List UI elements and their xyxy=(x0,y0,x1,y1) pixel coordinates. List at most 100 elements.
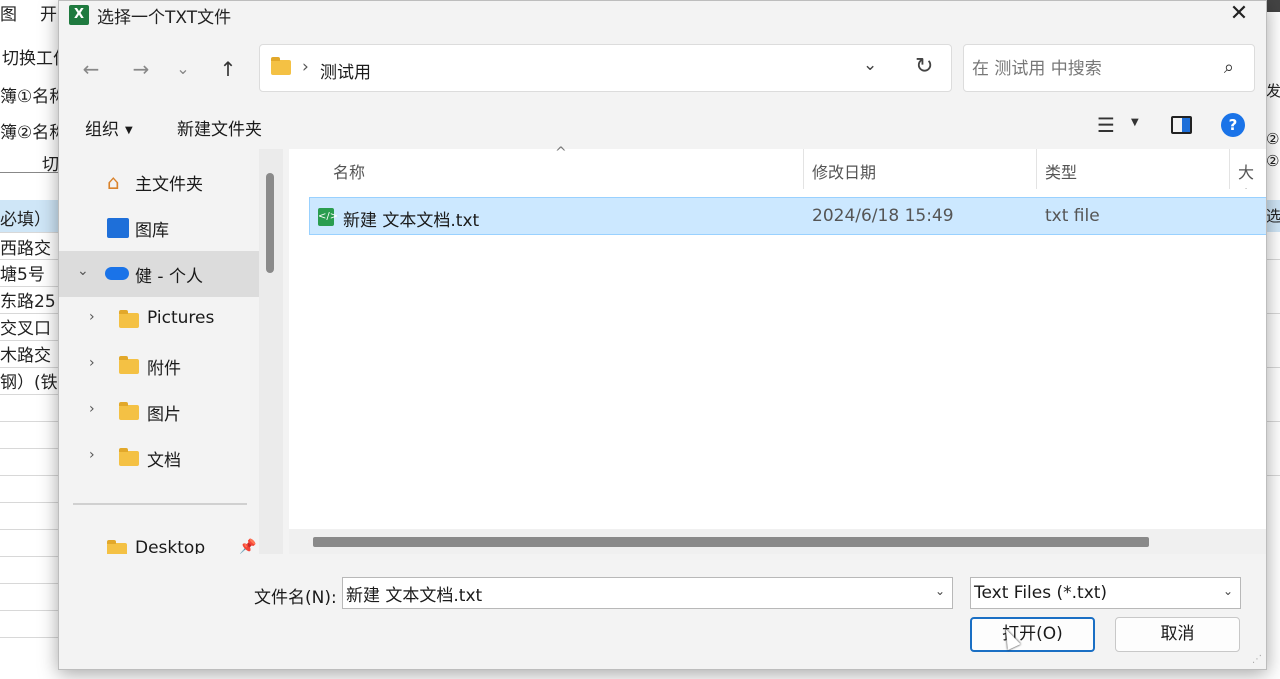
nav-item-attachments[interactable]: › 附件 xyxy=(59,343,259,389)
chevron-right-icon[interactable]: › xyxy=(89,447,95,463)
new-folder-button[interactable]: 新建文件夹 xyxy=(177,115,262,140)
pin-icon: 📌 xyxy=(239,539,257,554)
recent-locations-chevron-icon[interactable]: ⌄ xyxy=(167,53,199,85)
nav-item-label: Pictures xyxy=(147,308,215,328)
cancel-button[interactable]: 取消 xyxy=(1115,617,1240,652)
column-header-label: 大小 xyxy=(1238,163,1255,189)
folder-icon xyxy=(119,356,139,374)
chevron-right-icon[interactable]: › xyxy=(89,401,95,417)
bg-fragment: 东路25 xyxy=(0,292,56,312)
resize-grip-icon[interactable]: ⋰ xyxy=(1252,654,1262,665)
grid-line xyxy=(0,367,60,368)
grid-line xyxy=(0,583,60,584)
bg-fragment: 西路交 xyxy=(0,239,51,259)
nav-divider xyxy=(73,503,247,505)
organize-menu-button[interactable]: 组织 ▼ xyxy=(85,115,133,140)
address-bar[interactable]: › 测试用 ⌄ ↻ xyxy=(259,44,952,92)
search-box[interactable]: ⌕ xyxy=(963,44,1255,92)
search-input[interactable] xyxy=(972,57,1212,81)
nav-item-label: 图片 xyxy=(147,405,181,425)
file-name: 新建 文本文档.txt xyxy=(343,211,480,231)
column-header-label: 类型 xyxy=(1045,163,1078,182)
grid-line xyxy=(1265,259,1280,260)
bg-fragment: 木路交 xyxy=(0,346,51,366)
nav-item-documents[interactable]: › 文档 xyxy=(59,435,259,481)
file-row[interactable]: </> 新建 文本文档.txt 2024/6/18 15:49 txt file xyxy=(309,197,1266,235)
nav-item-label: 附件 xyxy=(147,359,181,379)
grid-line xyxy=(0,313,60,314)
column-header-type[interactable]: 类型 xyxy=(1036,149,1229,189)
file-list: ^ 名称 修改日期 类型 大小 </> 新建 文本文档.txt 2024/6/1… xyxy=(289,145,1266,554)
nav-item-label: 图库 xyxy=(135,221,169,241)
open-file-dialog: X 选择一个TXT文件 ✕ ← → ⌄ ↑ › 测试用 ⌄ ↻ ⌕ 组织 ▼ 新建… xyxy=(58,0,1267,670)
file-list-horizontal-scrollbar[interactable] xyxy=(289,529,1266,554)
chevron-down-icon[interactable]: ⌄ xyxy=(935,584,945,598)
nav-pane-scrollbar[interactable] xyxy=(259,149,283,554)
grid-line xyxy=(0,232,60,233)
view-options-icon[interactable]: ☰ xyxy=(1097,113,1115,137)
bg-fragment-right: 选 xyxy=(1266,207,1280,225)
filename-label: 文件名(N): xyxy=(254,588,337,608)
command-toolbar: 组织 ▼ 新建文件夹 ☰ ▼ ? xyxy=(59,105,1266,149)
folder-icon xyxy=(119,310,139,328)
up-arrow-icon[interactable]: ↑ xyxy=(212,53,244,85)
nav-item-desktop[interactable]: Desktop xyxy=(59,527,259,554)
grid-line xyxy=(0,610,60,611)
bg-rule xyxy=(0,172,60,173)
grid-line xyxy=(0,286,60,287)
breadcrumb-current-folder[interactable]: 测试用 xyxy=(320,58,371,83)
chevron-down-icon[interactable]: ⌄ xyxy=(77,263,89,279)
nav-item-home[interactable]: ⌂ 主文件夹 xyxy=(59,159,259,205)
bg-fragment-right: ② xyxy=(1266,130,1280,148)
back-arrow-icon[interactable]: ← xyxy=(75,53,107,85)
navigation-pane: ⌂ 主文件夹 图库 ⌄ 健 - 个人 › Pictures › 附件 › 图片 xyxy=(59,149,283,554)
search-icon[interactable]: ⌕ xyxy=(1224,57,1234,78)
grid-line xyxy=(0,475,60,476)
grid-line xyxy=(0,556,60,557)
file-modified-date: 2024/6/18 15:49 xyxy=(812,206,954,226)
grid-line xyxy=(1265,367,1280,368)
grid-line xyxy=(0,448,60,449)
bg-menu-fragment-1: 图 xyxy=(0,5,17,25)
grid-line xyxy=(0,340,60,341)
chevron-right-icon[interactable]: › xyxy=(89,355,95,371)
column-header-label: 修改日期 xyxy=(812,163,877,182)
nav-item-images[interactable]: › 图片 xyxy=(59,389,259,435)
grid-line xyxy=(0,394,60,395)
file-type-filter-select[interactable]: Text Files (*.txt) ⌄ xyxy=(970,577,1241,609)
bg-fragment: 簿②名称 xyxy=(0,123,67,143)
scrollbar-thumb[interactable] xyxy=(266,173,274,273)
scrollbar-thumb[interactable] xyxy=(313,537,1149,547)
filename-input[interactable] xyxy=(346,582,916,604)
column-header-label: 名称 xyxy=(333,163,366,182)
folder-icon xyxy=(107,540,127,554)
grid-line xyxy=(0,502,60,503)
preview-pane-icon[interactable] xyxy=(1171,116,1192,134)
grid-line xyxy=(0,637,60,638)
view-options-caret-icon[interactable]: ▼ xyxy=(1131,117,1139,128)
filename-combobox[interactable]: ⌄ xyxy=(342,577,953,609)
bg-fragment: 钢）(铁 xyxy=(0,373,58,393)
breadcrumb-separator-icon: › xyxy=(302,57,309,77)
bg-fragment: 交叉口 xyxy=(0,319,51,339)
grid-line xyxy=(0,421,60,422)
open-button[interactable]: 打开(O) xyxy=(970,617,1095,652)
address-history-chevron-icon[interactable]: ⌄ xyxy=(863,55,877,75)
nav-item-pictures[interactable]: › Pictures xyxy=(59,297,259,343)
onedrive-icon xyxy=(105,267,129,280)
nav-item-gallery[interactable]: 图库 xyxy=(59,205,259,251)
chevron-right-icon[interactable]: › xyxy=(89,309,95,325)
folder-icon xyxy=(271,57,291,75)
grid-line xyxy=(0,529,60,530)
dialog-titlebar[interactable]: X 选择一个TXT文件 ✕ xyxy=(59,1,1266,28)
help-icon[interactable]: ? xyxy=(1221,113,1245,137)
chevron-down-icon[interactable]: ⌄ xyxy=(1223,584,1233,598)
column-header-size[interactable]: 大小 xyxy=(1229,149,1266,189)
forward-arrow-icon[interactable]: → xyxy=(125,53,157,85)
column-header-modified[interactable]: 修改日期 xyxy=(803,149,1036,189)
refresh-icon[interactable]: ↻ xyxy=(915,54,933,79)
nav-item-label: 健 - 个人 xyxy=(135,267,203,287)
close-icon[interactable]: ✕ xyxy=(1224,1,1254,27)
nav-item-onedrive[interactable]: ⌄ 健 - 个人 xyxy=(59,251,259,297)
column-header-name[interactable]: 名称 xyxy=(309,149,803,189)
